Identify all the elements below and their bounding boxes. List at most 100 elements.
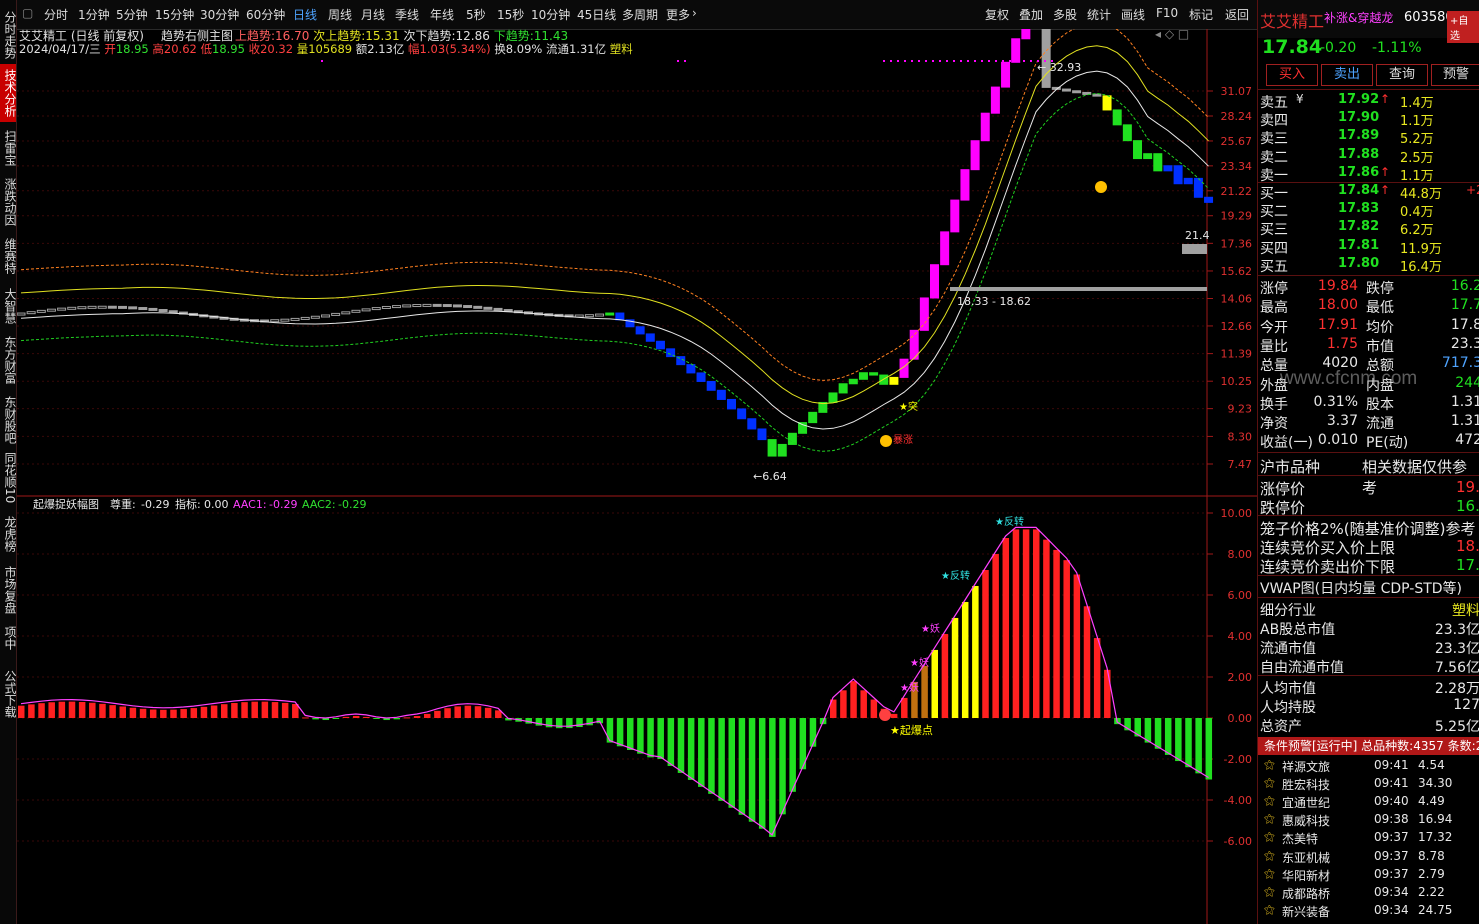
price-candle[interactable] <box>706 380 716 391</box>
price-candle[interactable] <box>1112 109 1122 126</box>
price-candle[interactable] <box>26 311 36 315</box>
indicator-bar[interactable] <box>1033 529 1040 718</box>
price-candle[interactable] <box>432 303 442 307</box>
indicator-bar[interactable] <box>769 718 776 837</box>
indicator-bar[interactable] <box>38 703 45 718</box>
indicator-bar[interactable] <box>363 716 370 718</box>
price-candle[interactable] <box>980 112 990 142</box>
sidebar-tab-formula[interactable]: 公式下载 <box>0 666 17 722</box>
price-candle[interactable] <box>655 340 665 350</box>
price-candle[interactable] <box>46 308 56 312</box>
alert-button[interactable]: 预警 <box>1431 64 1479 86</box>
price-candle[interactable] <box>36 309 46 313</box>
price-candle[interactable] <box>331 312 341 316</box>
sidebar-tab-guba[interactable]: 东财股吧 <box>0 392 17 448</box>
price-candle[interactable] <box>858 372 868 380</box>
price-candle[interactable] <box>402 304 412 308</box>
price-candle[interactable] <box>1153 153 1163 172</box>
price-candle[interactable] <box>1193 177 1203 198</box>
indicator-bar[interactable] <box>1195 718 1202 774</box>
price-candle[interactable] <box>919 297 929 331</box>
indicator-bar[interactable] <box>413 716 421 718</box>
price-candle[interactable] <box>1183 177 1193 185</box>
indicator-bar[interactable] <box>352 715 360 718</box>
price-candle[interactable] <box>473 305 483 309</box>
vwap-link[interactable]: VWAP图(日内均量 CDP-STD等) <box>1260 578 1462 598</box>
period-fenshi[interactable]: 分时 <box>44 6 68 23</box>
buy-button[interactable]: 买入 <box>1266 64 1318 86</box>
price-candle[interactable] <box>371 307 381 311</box>
indicator-bar[interactable] <box>474 706 482 718</box>
indicator-bar[interactable] <box>464 705 472 718</box>
indicator-bar[interactable] <box>1002 538 1010 718</box>
indicator-bar[interactable] <box>160 709 167 718</box>
indicator-bar[interactable] <box>1164 718 1172 755</box>
indicator-bar[interactable] <box>1012 529 1020 718</box>
price-candle[interactable] <box>1173 165 1183 185</box>
price-candle[interactable] <box>422 303 432 307</box>
indicator-bar[interactable] <box>180 709 187 718</box>
indicator-bar[interactable] <box>890 713 898 718</box>
price-candle[interactable] <box>990 86 1000 114</box>
indicator-bar[interactable] <box>860 690 867 718</box>
price-candle[interactable] <box>452 304 462 308</box>
price-candle[interactable] <box>87 305 97 309</box>
indicator-bar[interactable] <box>637 718 644 754</box>
price-candle[interactable] <box>1061 88 1071 92</box>
period-10min[interactable]: 10分钟 <box>531 6 570 23</box>
price-candle[interactable] <box>107 305 117 309</box>
price-candle[interactable] <box>1122 124 1132 142</box>
price-candle[interactable] <box>148 307 158 311</box>
period-month[interactable]: 月线 <box>361 6 385 23</box>
indicator-bar[interactable] <box>748 718 756 822</box>
indicator-bar[interactable] <box>424 713 431 718</box>
indicator-bar[interactable] <box>647 718 654 758</box>
watchlist-row[interactable]: ⚝ 惠威科技 09:38 16.94 <box>1264 812 1479 830</box>
sidebar-tab-saolei[interactable]: 扫雷宝 <box>0 126 17 170</box>
indicator-bar[interactable] <box>454 706 461 718</box>
action-mark[interactable]: 标记 <box>1189 6 1213 23</box>
indicator-bar[interactable] <box>393 718 401 720</box>
indicator-bar[interactable] <box>149 709 157 718</box>
price-candle[interactable] <box>960 169 970 201</box>
indicator-bar[interactable] <box>99 703 106 718</box>
indicator-bar[interactable] <box>261 701 269 718</box>
price-candle[interactable] <box>1204 196 1214 203</box>
indicator-bar[interactable] <box>484 707 492 718</box>
indicator-bar[interactable] <box>210 705 218 718</box>
sidebar-tab-weisaite[interactable]: 维赛特 <box>0 234 17 278</box>
indicator-bar[interactable] <box>251 701 258 718</box>
indicator-bar[interactable] <box>809 718 817 747</box>
action-stats[interactable]: 统计 <box>1087 6 1111 23</box>
price-candle[interactable] <box>158 309 168 313</box>
indicator-bar[interactable] <box>403 717 411 719</box>
price-candle[interactable] <box>747 418 757 430</box>
price-candle[interactable] <box>1041 29 1051 88</box>
price-candle[interactable] <box>1021 29 1031 40</box>
period-day[interactable]: 日线 <box>293 6 317 23</box>
indicator-bar[interactable] <box>698 718 705 787</box>
indicator-bar[interactable] <box>271 702 279 718</box>
indicator-bar[interactable] <box>1073 574 1081 719</box>
price-candle[interactable] <box>392 305 402 309</box>
watchlist-row[interactable]: ⚝ 祥源文旅 09:41 4.54 <box>1264 758 1479 776</box>
watchlist-row[interactable]: ⚝ 胜宏科技 09:41 34.30 <box>1264 776 1479 794</box>
indicator-bar[interactable] <box>373 718 380 719</box>
indicator-bar[interactable] <box>312 718 319 720</box>
action-multistock[interactable]: 多股 <box>1053 6 1077 23</box>
toolbar-checkbox[interactable]: ▢ <box>22 6 33 20</box>
price-candle[interactable] <box>635 326 645 335</box>
indicator-bar[interactable] <box>190 708 198 718</box>
indicator-bar[interactable] <box>941 633 949 718</box>
period-more[interactable]: 更多 <box>666 6 690 23</box>
price-candle[interactable] <box>828 392 838 403</box>
indicator-bar[interactable] <box>434 710 441 718</box>
indicator-bar[interactable] <box>1205 718 1213 780</box>
indicator-bar[interactable] <box>992 554 999 718</box>
indicator-bar[interactable] <box>89 702 96 718</box>
watchlist-row[interactable]: ⚝ 华阳新材 09:37 2.79 <box>1264 867 1479 885</box>
indicator-bar[interactable] <box>28 704 35 718</box>
indicator-bar[interactable] <box>779 718 786 815</box>
indicator-bar[interactable] <box>1043 539 1050 718</box>
price-candle[interactable] <box>17 312 26 316</box>
